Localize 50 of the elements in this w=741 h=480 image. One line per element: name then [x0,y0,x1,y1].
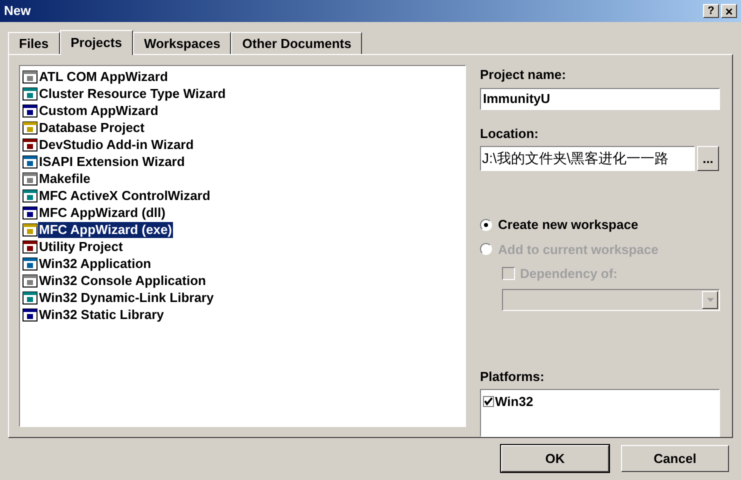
checkbox[interactable] [483,396,494,408]
tab[interactable]: Files [8,32,60,54]
close-button[interactable]: × [721,4,737,18]
project-name-field[interactable]: ImmunityU [480,88,720,110]
app-icon [22,272,38,288]
app-icon [22,136,38,152]
app-icon [22,290,38,306]
project-type-item[interactable]: ISAPI Extension Wizard [38,154,186,170]
project-type-item[interactable]: Makefile [38,170,92,186]
app-icon [22,204,38,220]
app-icon [22,102,38,118]
app-icon [22,68,38,84]
project-type-item[interactable]: MFC AppWizard (dll) [38,204,166,220]
project-type-item[interactable]: Custom AppWizard [38,102,160,118]
tab[interactable]: Other Documents [231,32,362,54]
app-icon [22,306,38,322]
browse-button[interactable]: ... [697,146,719,172]
project-type-item[interactable]: MFC AppWizard (exe) [38,222,174,238]
window-title: New [4,2,32,20]
app-icon [22,188,38,204]
app-icon [22,120,38,136]
field-label: Project name: [480,66,567,84]
app-icon [22,222,38,238]
tab[interactable]: Workspaces [132,32,232,54]
app-icon [22,154,38,170]
project-type-item[interactable]: Utility Project [38,238,124,254]
project-type-item[interactable]: Database Project [38,120,146,136]
project-type-item[interactable]: Win32 Static Library [38,306,165,322]
tab[interactable]: Projects [60,30,133,55]
dependency-dropdown[interactable] [502,288,720,311]
app-icon [22,238,38,254]
field-label: Platforms: [480,368,546,386]
field-label: Location: [480,124,540,143]
dialog-button[interactable]: OK [501,445,609,472]
radio-button[interactable] [480,218,492,231]
project-type-item[interactable]: MFC ActiveX ControlWizard [38,188,212,204]
location-field[interactable]: J:\我的文件夹\黑客进化一一路 [480,146,695,172]
project-type-item[interactable]: DevStudio Add-in Wizard [38,136,195,152]
help-button[interactable]: ? [703,4,719,18]
project-type-item[interactable]: Win32 Dynamic-Link Library [38,290,215,306]
radio-label: Create new workspace [498,216,638,234]
project-type-item[interactable]: ATL COM AppWizard [38,68,169,84]
app-icon [22,86,38,102]
project-type-item[interactable]: Cluster Resource Type Wizard [38,86,227,102]
project-type-item[interactable]: Win32 Console Application [38,272,207,288]
platform-label: Win32 [495,393,534,412]
app-icon [22,170,38,186]
project-type-item[interactable]: Win32 Application [38,256,152,272]
app-icon [22,256,38,272]
dialog-button[interactable]: Cancel [621,445,729,472]
